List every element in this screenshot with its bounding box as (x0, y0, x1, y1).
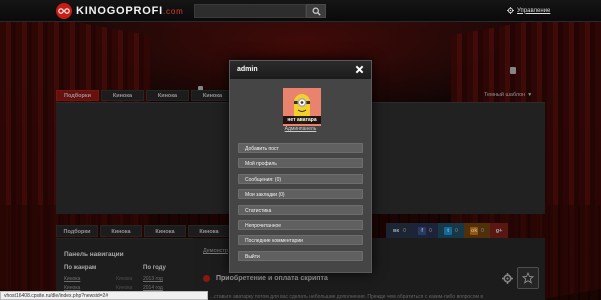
modal-title: admin (237, 66, 258, 73)
menu-item-statistics[interactable]: Статистика (238, 204, 363, 215)
search-button[interactable] (306, 4, 326, 18)
menu-item-messages[interactable]: Сообщения: (0) (238, 173, 363, 184)
logo-suffix: .com (163, 7, 184, 16)
menu-item-logout[interactable]: Выйти (238, 250, 363, 261)
user-menu-modal: admin нет аватара Админпанель Добавить п… (229, 60, 372, 273)
logo-text: KINOGOPROFI (76, 5, 164, 17)
gear-icon (507, 7, 514, 14)
close-icon (355, 65, 364, 74)
top-bar: KINOGOPROFI.com Управление (0, 0, 601, 22)
browser-status-bar: vhost16408.cpsite.ru/dle/index.php?newsi… (0, 291, 208, 300)
search-icon (312, 7, 321, 16)
close-button[interactable] (355, 65, 364, 76)
glasses-logo-icon[interactable] (56, 3, 72, 19)
management-link[interactable]: Управление (507, 7, 550, 14)
search-input[interactable] (194, 4, 306, 18)
site-logo[interactable]: KINOGOPROFI.com (76, 5, 184, 17)
menu-item-last-comments[interactable]: Последние комментарии (238, 235, 363, 246)
management-label: Управление (517, 7, 551, 14)
admin-panel-link[interactable]: Админпанель (230, 126, 371, 132)
avatar[interactable]: нет аватара (283, 88, 321, 126)
menu-item-unread[interactable]: Непрочитанное (238, 219, 363, 230)
avatar-label: нет аватара (283, 116, 321, 124)
modal-header: admin (230, 61, 371, 79)
user-menu-list: Добавить пост Мой профиль Сообщения: (0)… (238, 143, 363, 266)
menu-item-bookmarks[interactable]: Мои закладки (0) (238, 189, 363, 200)
menu-item-profile[interactable]: Мой профиль (238, 158, 363, 169)
menu-item-add-post[interactable]: Добавить пост (238, 143, 363, 153)
